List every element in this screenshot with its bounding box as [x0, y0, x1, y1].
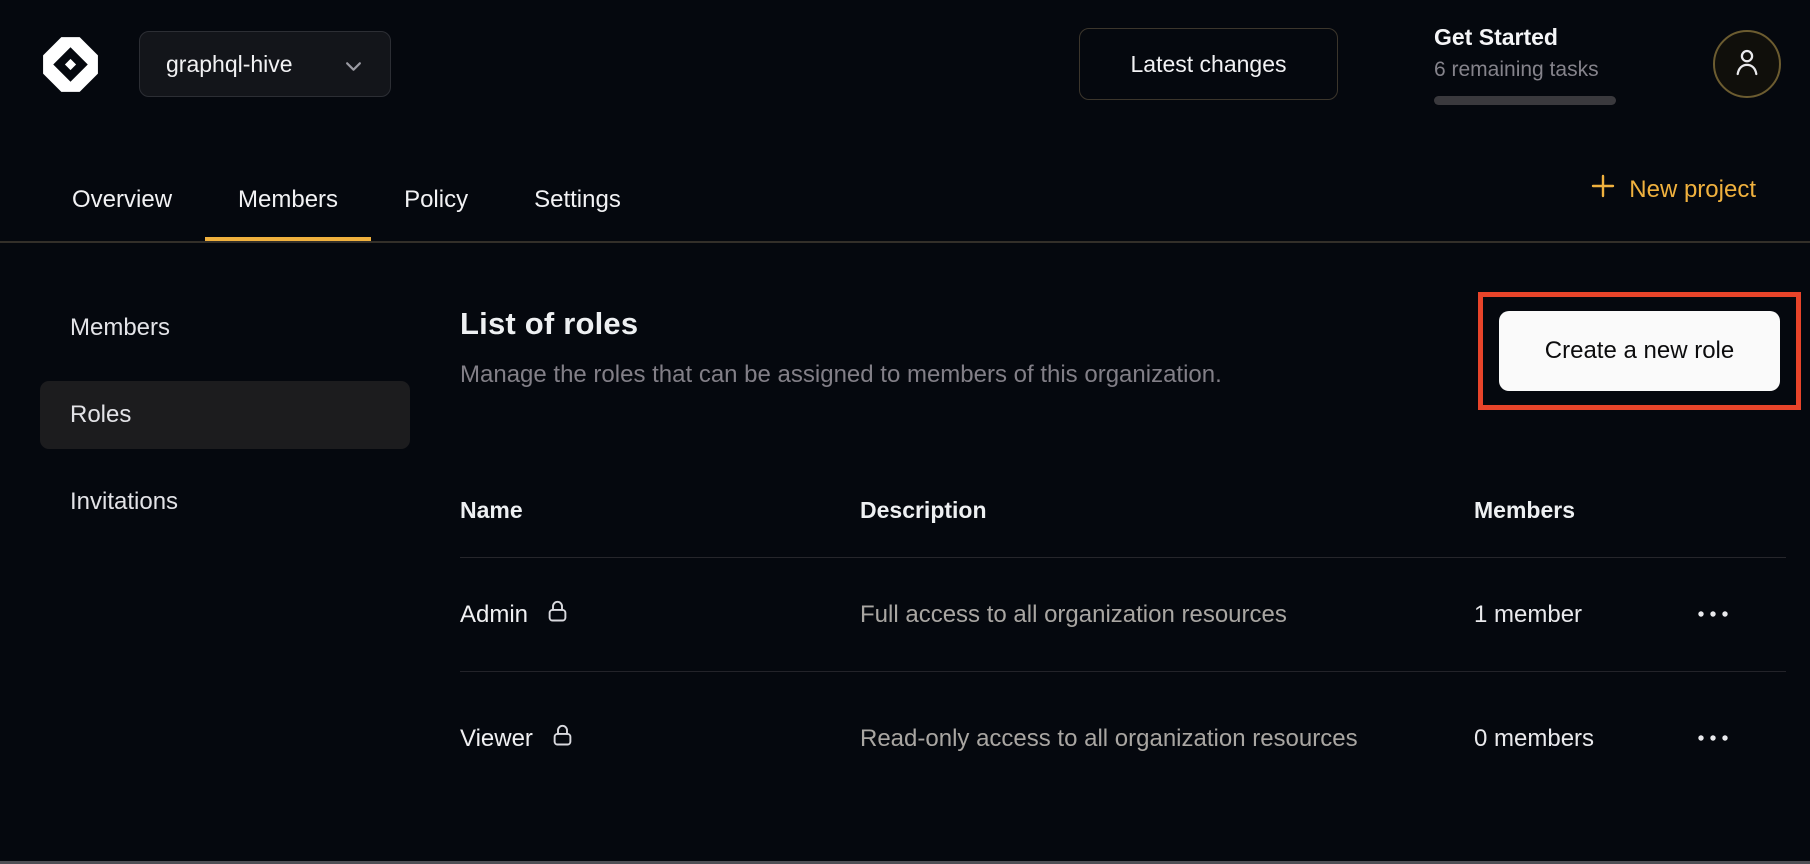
create-new-role-button[interactable]: Create a new role	[1499, 311, 1780, 391]
organization-name: graphql-hive	[166, 51, 293, 78]
user-avatar[interactable]	[1713, 30, 1781, 98]
hive-logo-icon	[38, 32, 103, 97]
role-members-count: 0 members	[1474, 725, 1690, 753]
sidebar-item-invitations[interactable]: Invitations	[40, 468, 410, 536]
roles-table-header: Name Description Members	[460, 497, 1786, 558]
role-name: Admin	[460, 601, 528, 629]
annotation-highlight: Create a new role	[1478, 292, 1801, 410]
user-icon	[1729, 44, 1765, 85]
lock-icon	[544, 598, 571, 632]
chevron-down-icon	[345, 51, 362, 78]
sidebar-item-members[interactable]: Members	[40, 294, 410, 362]
lock-icon	[549, 722, 576, 756]
role-members-count: 1 member	[1474, 601, 1690, 629]
tab-settings[interactable]: Settings	[501, 158, 654, 241]
get-started-title: Get Started	[1434, 24, 1617, 51]
role-description: Read-only access to all organization res…	[860, 705, 1360, 773]
role-actions-menu-button[interactable]	[1690, 725, 1736, 752]
roles-table: Name Description Members Admin Full acce…	[460, 497, 1786, 805]
ellipsis-icon	[1696, 731, 1730, 746]
sidebar-item-roles[interactable]: Roles	[40, 381, 410, 449]
tab-overview[interactable]: Overview	[39, 158, 205, 241]
column-header-description: Description	[860, 497, 1474, 524]
tab-policy[interactable]: Policy	[371, 158, 501, 241]
role-description: Full access to all organization resource…	[860, 581, 1360, 649]
org-tab-bar: Overview Members Policy Settings New pro…	[0, 128, 1810, 243]
column-header-members: Members	[1474, 497, 1690, 524]
role-name: Viewer	[460, 725, 533, 753]
column-header-name: Name	[460, 497, 860, 524]
new-project-label: New project	[1629, 176, 1756, 204]
role-row-viewer: Viewer Read-only access to all organizat…	[460, 672, 1786, 805]
organization-selector[interactable]: graphql-hive	[139, 31, 391, 97]
tab-members[interactable]: Members	[205, 158, 371, 241]
role-actions-menu-button[interactable]	[1690, 601, 1736, 628]
get-started-progress-bar	[1434, 96, 1616, 105]
members-side-nav: Members Roles Invitations	[40, 294, 410, 536]
get-started-widget[interactable]: Get Started 6 remaining tasks	[1434, 24, 1617, 105]
role-row-admin: Admin Full access to all organization re…	[460, 558, 1786, 672]
ellipsis-icon	[1696, 607, 1730, 622]
get-started-remaining-tasks: 6 remaining tasks	[1434, 58, 1617, 82]
latest-changes-button[interactable]: Latest changes	[1079, 28, 1338, 100]
plus-icon	[1590, 173, 1616, 206]
new-project-button[interactable]: New project	[1590, 173, 1756, 206]
top-header: graphql-hive Latest changes Get Started …	[0, 0, 1810, 128]
